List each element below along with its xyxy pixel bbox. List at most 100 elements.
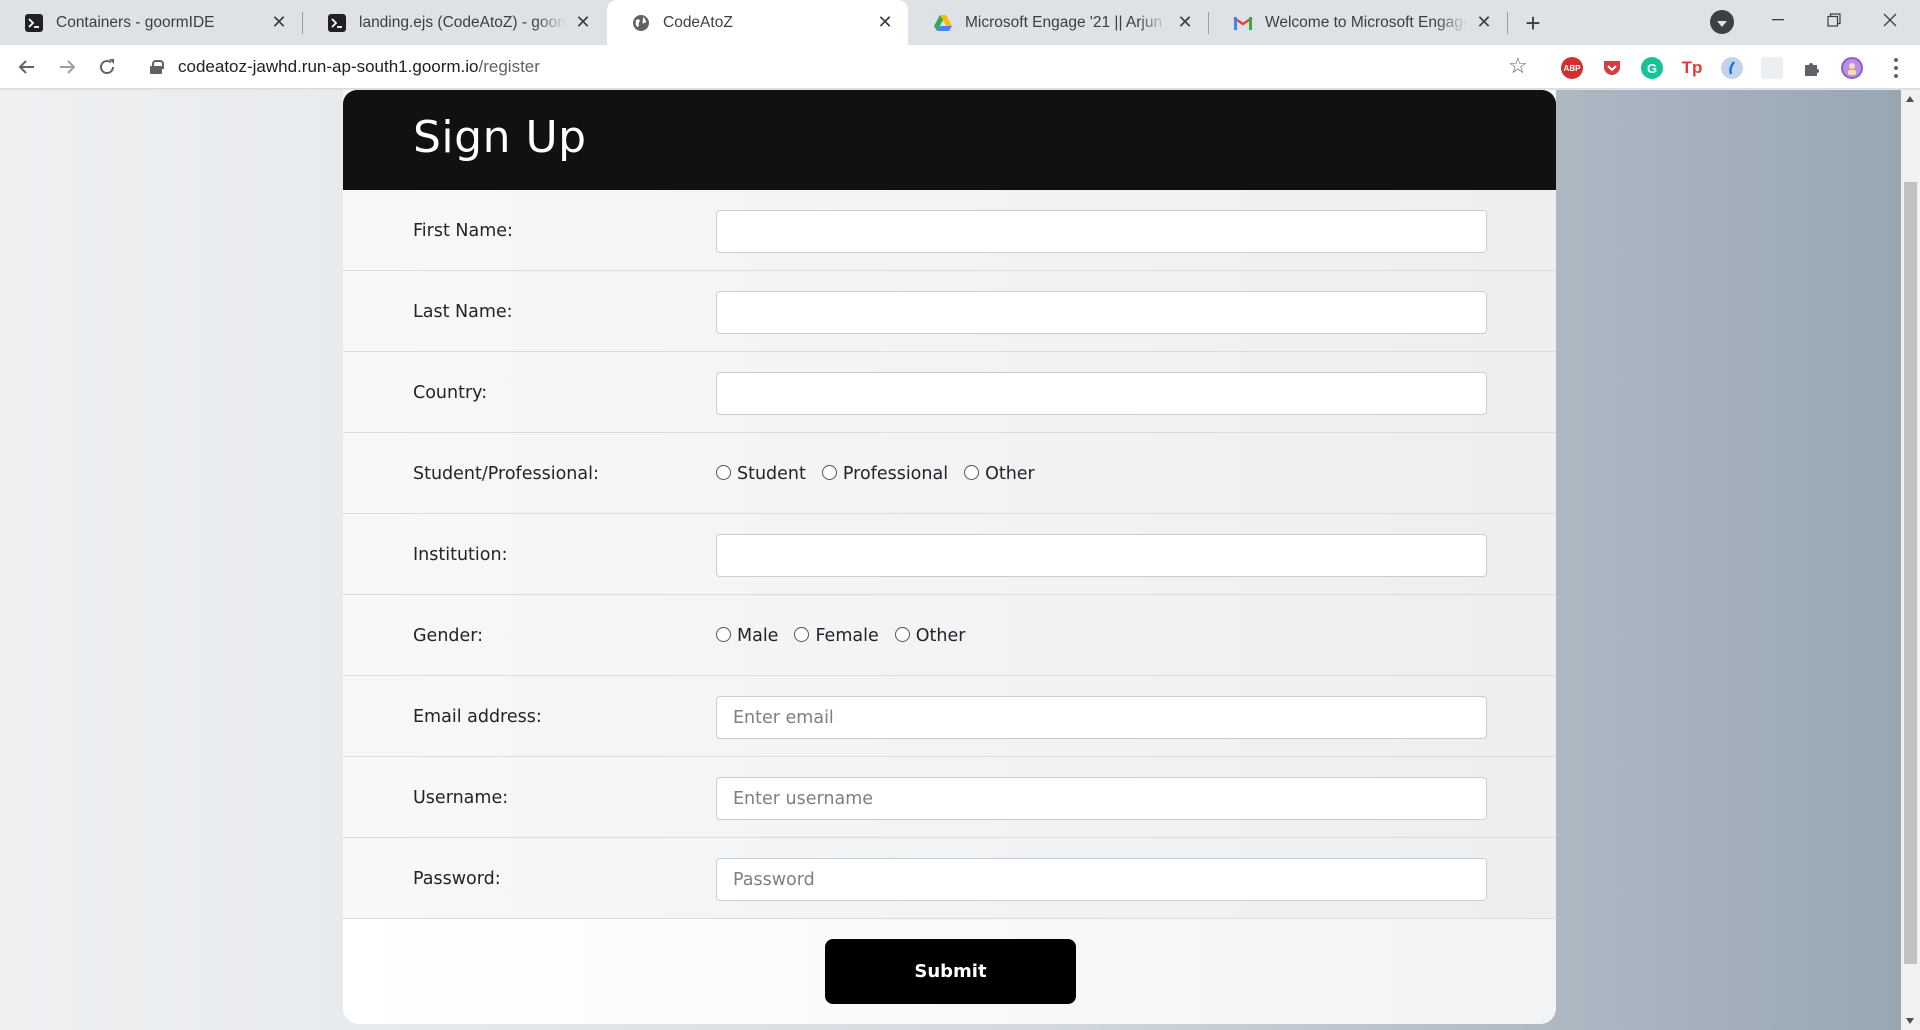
tab-containers[interactable]: Containers - goormIDE ✕: [0, 0, 302, 45]
signup-form: Sign Up First Name: Last Name: Country: …: [343, 90, 1556, 1024]
browser-tab-strip: Containers - goormIDE ✕ landing.ejs (Cod…: [0, 0, 1920, 45]
radio-label: Student: [737, 463, 806, 484]
gender-row: Gender: Male Female Other: [343, 595, 1556, 676]
tab-title: Containers - goormIDE: [56, 13, 215, 31]
radio-circle-icon[interactable]: [794, 627, 810, 642]
institution-label: Institution:: [413, 544, 508, 565]
last-name-row: Last Name:: [343, 271, 1556, 352]
radio-label: Professional: [842, 463, 949, 484]
radio-label: Other: [985, 463, 1035, 484]
email-label: Email address:: [413, 706, 542, 727]
submit-button[interactable]: Submit: [825, 939, 1076, 1004]
username-label: Username:: [413, 787, 509, 808]
last-name-label: Last Name:: [413, 301, 513, 322]
more-menu-icon[interactable]: [1886, 55, 1906, 81]
new-tab-plus-icon[interactable]: +: [1518, 8, 1548, 38]
tab-divider: [1507, 12, 1508, 34]
tp-icon[interactable]: Tp: [1681, 57, 1703, 79]
globe-icon: [631, 13, 651, 33]
page-scrollbar[interactable]: [1901, 90, 1920, 1030]
radio-label: Other: [915, 625, 966, 646]
extensions-puzzle-icon[interactable]: [1801, 57, 1823, 79]
first-name-row: First Name:: [343, 190, 1556, 271]
tab-search-icon[interactable]: [1710, 10, 1734, 34]
radio-female[interactable]: Female: [794, 625, 879, 646]
close-tab-icon[interactable]: ✕: [268, 12, 290, 34]
password-input[interactable]: [716, 858, 1487, 901]
grammarly-icon[interactable]: G: [1641, 57, 1663, 79]
back-arrow-icon[interactable]: [12, 52, 42, 82]
radio-label: Male: [737, 625, 779, 646]
tab-title: Microsoft Engage '21 || Arjun Gr: [965, 13, 1168, 31]
restore-window-icon[interactable]: [1806, 0, 1862, 40]
bookmark-star-icon[interactable]: ☆: [1508, 53, 1528, 79]
forward-arrow-icon[interactable]: [52, 52, 82, 82]
tab-title: CodeAtoZ: [663, 13, 733, 31]
page-title: Sign Up: [413, 112, 587, 163]
email-row: Email address:: [343, 676, 1556, 757]
password-row: Password:: [343, 838, 1556, 919]
gender-label: Gender:: [413, 625, 484, 646]
scroll-up-arrow-icon[interactable]: [1906, 96, 1914, 102]
first-name-input[interactable]: [716, 210, 1487, 253]
country-row: Country:: [343, 352, 1556, 433]
tab-codeatoz[interactable]: CodeAtoZ ✕: [607, 0, 908, 45]
password-label: Password:: [413, 868, 501, 889]
last-name-input[interactable]: [716, 291, 1487, 334]
country-input[interactable]: [716, 372, 1487, 415]
tab-title: landing.ejs (CodeAtoZ) - goormIDE: [359, 13, 566, 31]
scrollbar-thumb[interactable]: [1904, 182, 1917, 964]
radio-circle-icon[interactable]: [716, 465, 731, 480]
url-text[interactable]: codeatoz-jawhd.run-ap-south1.goorm.io/re…: [178, 57, 540, 77]
tab-welcome-gmail[interactable]: Welcome to Microsoft Engage M ✕: [1209, 0, 1507, 45]
radio-occupation-other[interactable]: Other: [964, 464, 1035, 484]
radio-gender-other[interactable]: Other: [894, 625, 966, 646]
google-drive-icon: [933, 13, 953, 33]
country-label: Country:: [413, 382, 488, 403]
radio-professional[interactable]: Professional: [821, 463, 949, 484]
terminal-icon: [24, 13, 44, 33]
radio-student[interactable]: Student: [716, 464, 806, 484]
profile-avatar-icon[interactable]: [1841, 57, 1863, 79]
username-row: Username:: [343, 757, 1556, 838]
terminal-icon: [327, 13, 347, 33]
radio-circle-icon[interactable]: [716, 627, 731, 642]
radio-circle-icon[interactable]: [894, 627, 910, 642]
minimize-icon[interactable]: [1750, 0, 1806, 40]
radio-circle-icon[interactable]: [964, 465, 980, 480]
radio-circle-icon[interactable]: [821, 465, 837, 480]
pocket-icon[interactable]: [1601, 57, 1623, 79]
close-window-icon[interactable]: [1862, 0, 1918, 40]
close-tab-icon[interactable]: ✕: [1174, 12, 1196, 34]
gender-radio-group: Male Female Other: [716, 595, 981, 676]
edge-extension-icon[interactable]: [1721, 57, 1743, 79]
address-bar[interactable]: codeatoz-jawhd.run-ap-south1.goorm.io/re…: [138, 50, 1538, 84]
gmail-icon: [1233, 13, 1253, 33]
adblock-icon[interactable]: ABP: [1561, 57, 1583, 79]
close-tab-icon[interactable]: ✕: [874, 12, 896, 34]
browser-toolbar: codeatoz-jawhd.run-ap-south1.goorm.io/re…: [0, 45, 1920, 89]
reload-icon[interactable]: [92, 52, 122, 82]
radio-male[interactable]: Male: [716, 626, 778, 646]
tab-title: Welcome to Microsoft Engage M: [1265, 13, 1467, 31]
occupation-radio-group: Student Professional Other: [716, 433, 1051, 514]
url-host: codeatoz-jawhd.run-ap-south1.goorm.io: [178, 57, 479, 76]
submit-area: Submit: [343, 919, 1556, 1024]
occupation-label: Student/Professional:: [413, 463, 599, 484]
blank-extension-icon[interactable]: [1761, 57, 1783, 79]
close-tab-icon[interactable]: ✕: [572, 12, 594, 34]
lock-icon[interactable]: [150, 60, 164, 74]
scroll-down-arrow-icon[interactable]: [1906, 1018, 1914, 1024]
email-input[interactable]: [716, 696, 1487, 739]
page-viewport: Sign Up First Name: Last Name: Country: …: [0, 90, 1901, 1030]
radio-label: Female: [815, 625, 879, 646]
tab-landing-ejs[interactable]: landing.ejs (CodeAtoZ) - goormIDE ✕: [303, 0, 606, 45]
close-tab-icon[interactable]: ✕: [1473, 12, 1495, 34]
first-name-label: First Name:: [413, 220, 513, 241]
url-path: /register: [478, 57, 540, 76]
institution-row: Institution:: [343, 514, 1556, 595]
tab-microsoft-engage-drive[interactable]: Microsoft Engage '21 || Arjun Gr ✕: [909, 0, 1208, 45]
occupation-row: Student/Professional: Student Profession…: [343, 433, 1556, 514]
institution-input[interactable]: [716, 534, 1487, 577]
username-input[interactable]: [716, 777, 1487, 820]
